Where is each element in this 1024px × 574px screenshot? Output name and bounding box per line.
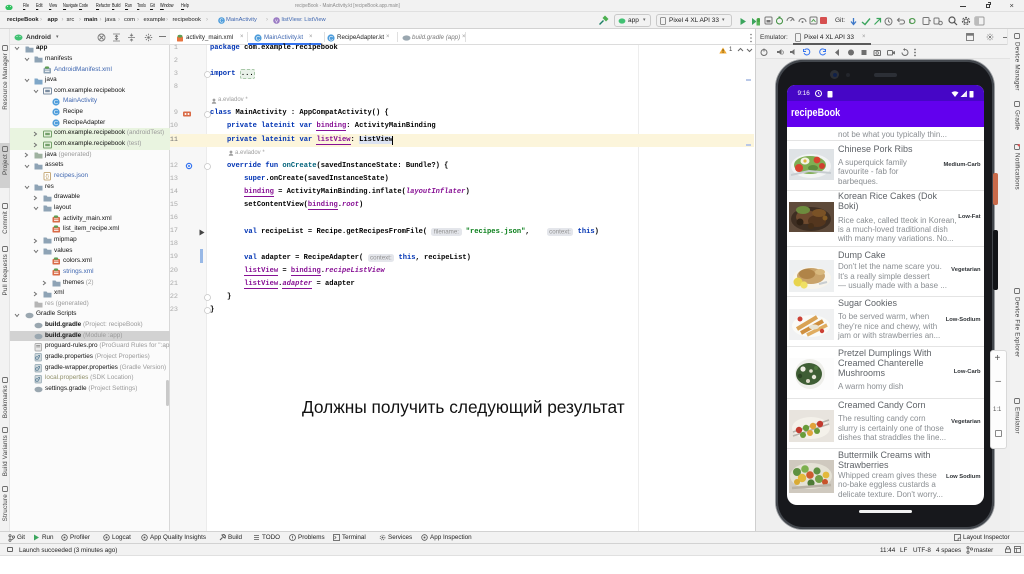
svg-text:C: C	[54, 100, 58, 106]
svg-text:C: C	[54, 121, 58, 127]
svg-text:{}: {}	[45, 174, 49, 180]
svg-text:C: C	[329, 36, 334, 42]
svg-text:C: C	[256, 36, 261, 42]
svg-text:v: v	[275, 18, 278, 23]
svg-text:C: C	[220, 18, 224, 23]
svg-text:C: C	[54, 110, 58, 116]
